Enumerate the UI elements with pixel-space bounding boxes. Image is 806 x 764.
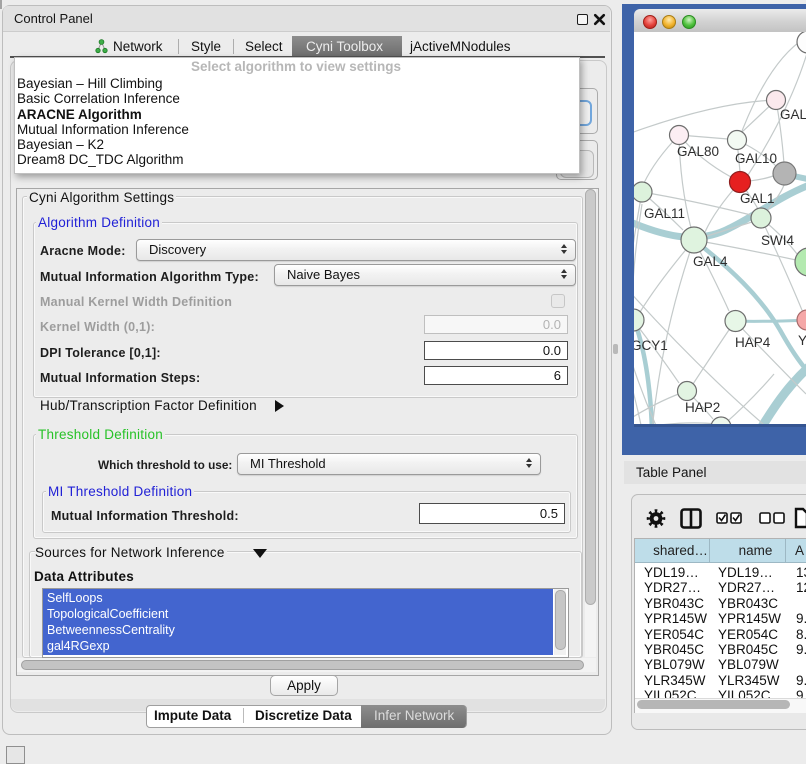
- svg-text:GAL80: GAL80: [677, 144, 719, 159]
- svg-text:HAP2: HAP2: [685, 400, 720, 415]
- svg-text:GAL4: GAL4: [693, 254, 728, 269]
- svg-text:GAL10: GAL10: [735, 151, 777, 166]
- svg-text:GAL11: GAL11: [644, 206, 685, 221]
- svg-text:GCY1: GCY1: [634, 338, 668, 353]
- svg-text:SWI4: SWI4: [761, 233, 794, 248]
- svg-text:GAL1: GAL1: [740, 191, 775, 206]
- svg-text:GAL7: GAL7: [780, 107, 806, 122]
- svg-text:HAP4: HAP4: [735, 335, 771, 350]
- svg-text:YM: YM: [798, 333, 806, 348]
